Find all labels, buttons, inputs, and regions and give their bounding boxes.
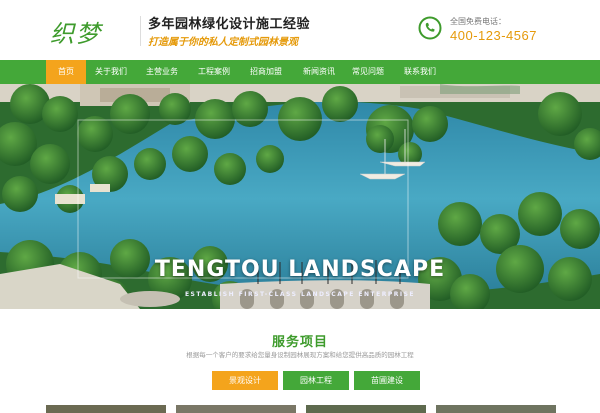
main-nav: 首页 关于我们 主营业务 工程案例 招商加盟 新闻资讯 常见问题 联系我们: [0, 60, 600, 84]
phone-icon: [418, 16, 442, 40]
services-description: 根据每一个客户的要求给您量身设制园林展现方案和给您提供高品质的园林工程: [186, 351, 414, 359]
nav-item-home[interactable]: 首页: [46, 60, 86, 84]
site-logo[interactable]: 织梦: [50, 14, 102, 49]
slogan-main: 多年园林绿化设计施工经验: [148, 17, 311, 32]
services-title: 服务项目: [271, 335, 328, 350]
nav-item-faq[interactable]: 常见问题: [346, 60, 390, 84]
header-divider: [140, 16, 141, 46]
header: 织梦 多年园林绿化设计施工经验 打造属于你的私人定制式园林景观 全国免费电话： …: [0, 0, 600, 60]
service-button-landscape-design[interactable]: 景观设计: [212, 371, 278, 390]
banner-title: TENGTOU LANDSCAPE: [154, 257, 446, 282]
nav-item-business[interactable]: 主营业务: [136, 60, 188, 84]
nav-item-contact[interactable]: 联系我们: [390, 60, 450, 84]
phone-label: 全国免费电话：: [450, 17, 506, 26]
banner-subtitle: ESTABLISH FIRST-CLASS LANDSCAPE ENTERPRI…: [184, 291, 416, 298]
service-thumbnail-1[interactable]: [46, 405, 166, 413]
service-thumbnail-2[interactable]: [176, 405, 296, 413]
slogan-sub: 打造属于你的私人定制式园林景观: [148, 37, 298, 48]
hero-banner[interactable]: TENGTOU LANDSCAPE ESTABLISH FIRST-CLASS …: [0, 84, 600, 309]
service-button-garden-engineering[interactable]: 园林工程: [283, 371, 349, 390]
phone-number[interactable]: 400-123-4567: [450, 28, 537, 43]
service-thumbnail-3[interactable]: [306, 405, 426, 413]
nav-item-cases[interactable]: 工程案例: [188, 60, 240, 84]
nav-item-franchise[interactable]: 招商加盟: [240, 60, 292, 84]
service-button-nursery[interactable]: 苗圃建设: [354, 371, 420, 390]
nav-item-news[interactable]: 新闻资讯: [292, 60, 346, 84]
service-thumbnail-4[interactable]: [436, 405, 556, 413]
nav-item-about[interactable]: 关于我们: [86, 60, 136, 84]
